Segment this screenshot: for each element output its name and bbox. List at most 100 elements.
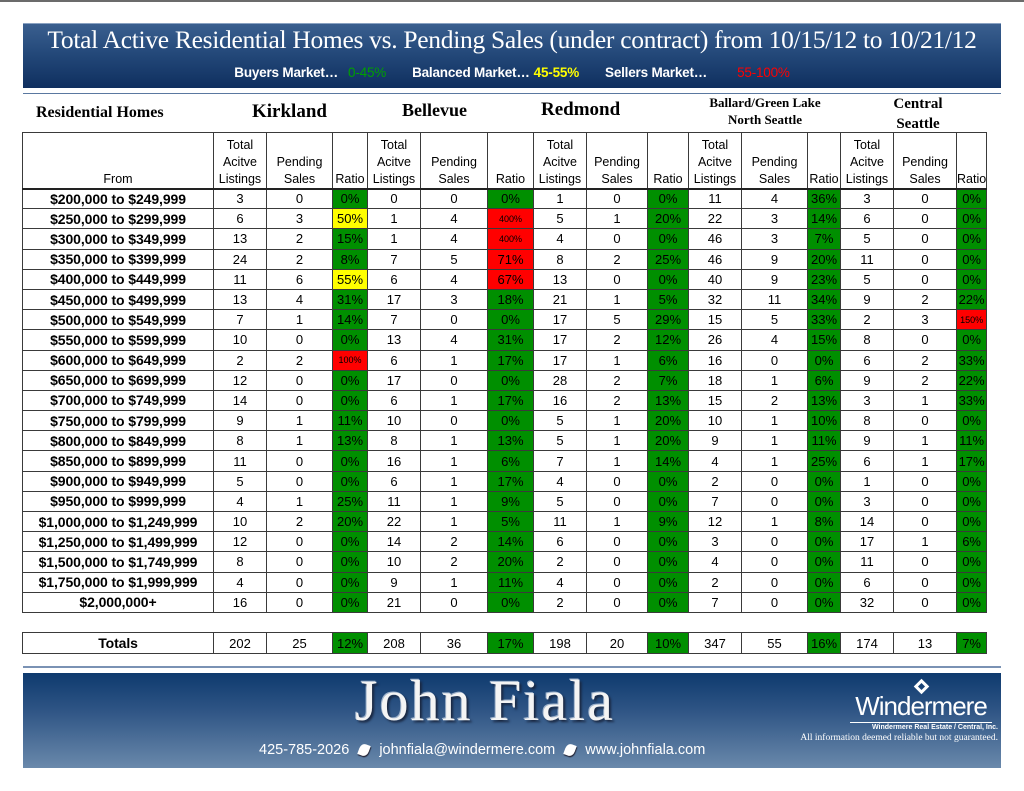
pending-cell: 0 xyxy=(893,470,957,492)
spacer-cell xyxy=(420,611,488,634)
price-range-label: Totals xyxy=(22,632,214,655)
ratio-cell: 0% xyxy=(955,551,988,573)
price-range-label: $500,000 to $549,999 xyxy=(22,309,214,331)
pending-cell: 0 xyxy=(586,551,648,573)
ratio-cell: 11% xyxy=(487,571,534,593)
pending-cell: 0 xyxy=(893,551,957,573)
ratio-cell: 7% xyxy=(647,369,689,391)
pending-cell: 0 xyxy=(741,349,808,371)
header-total-active-listings: Total Acitve Listings xyxy=(533,132,587,189)
ratio-cell: 13% xyxy=(647,389,689,412)
ratio-cell: 0% xyxy=(807,349,841,371)
pending-cell: 0 xyxy=(266,187,333,210)
pending-cell: 2 xyxy=(893,288,957,311)
pending-cell: 1 xyxy=(420,490,488,513)
ratio-cell: 11% xyxy=(807,430,841,452)
table-row: $550,000 to $599,999 10 0 0% 13 4 31% 17 2 12% 26 4… xyxy=(22,329,988,351)
ratio-cell: 13% xyxy=(332,430,368,452)
pending-cell: 5 xyxy=(741,309,808,331)
listings-cell: 9 xyxy=(840,430,894,452)
ratio-cell: 0% xyxy=(807,470,841,492)
leaf-bullet-icon xyxy=(563,742,577,758)
spacer-cell xyxy=(586,611,648,634)
listings-cell: 17 xyxy=(533,349,587,371)
pending-cell: 0 xyxy=(893,410,957,432)
header-text: Pending xyxy=(751,154,798,169)
pending-cell: 1 xyxy=(741,510,808,533)
pending-cell: 2 xyxy=(266,510,333,533)
header-text: Sales xyxy=(601,171,633,186)
listings-cell: 10 xyxy=(213,510,267,533)
listings-cell: 1 xyxy=(367,228,421,250)
pending-cell: 4 xyxy=(266,288,333,311)
pending-cell: 0 xyxy=(266,389,333,412)
pending-cell: 20 xyxy=(586,632,648,655)
ratio-cell: 0% xyxy=(955,470,988,492)
pending-cell: 0 xyxy=(741,591,808,613)
email-link[interactable]: johnfiala@windermere.com xyxy=(379,742,555,758)
pending-cell: 0 xyxy=(266,470,333,492)
spacer-cell xyxy=(647,611,689,634)
price-range-label: $250,000 to $299,999 xyxy=(22,208,214,230)
listings-cell: 2 xyxy=(533,551,587,573)
legend-buyers-label: Buyers Market… xyxy=(234,65,339,80)
table-row: $1,000,000 to $1,249,999 10 2 20% 22 1 5% 11 1 9%… xyxy=(22,510,988,533)
price-range-label: $1,250,000 to $1,499,999 xyxy=(22,531,214,553)
ratio-cell: 6% xyxy=(647,349,689,371)
ratio-cell: 15% xyxy=(332,228,368,250)
listings-cell: 32 xyxy=(840,591,894,613)
header-pending-sales: Pending Sales xyxy=(586,132,648,189)
listings-cell: 8 xyxy=(533,248,587,270)
header-text: Acitve xyxy=(697,154,733,169)
listings-cell: 12 xyxy=(688,510,742,533)
listings-cell: 14 xyxy=(367,531,421,553)
pending-cell: 9 xyxy=(741,268,808,290)
spacer-row xyxy=(22,611,987,634)
header-text: Total xyxy=(546,137,574,152)
listings-cell: 4 xyxy=(533,228,587,250)
listings-cell: 6 xyxy=(367,349,421,371)
table-row: $900,000 to $949,999 5 0 0% 6 1 17% 4 0 0% 2 0 0% 1 0 0… xyxy=(22,470,988,492)
pending-cell: 4 xyxy=(420,329,488,351)
pending-cell: 4 xyxy=(741,187,808,210)
pending-cell: 1 xyxy=(420,430,488,452)
ratio-cell: 17% xyxy=(487,389,534,412)
spacer-cell xyxy=(533,611,587,634)
table-row: $800,000 to $849,999 8 1 13% 8 1 13% 5 1 20% 9 1 11%… xyxy=(22,430,988,452)
ratio-cell: 12% xyxy=(647,329,689,351)
listings-cell: 2 xyxy=(840,309,894,331)
listings-cell: 6 xyxy=(840,349,894,371)
city-bellevue: Bellevue xyxy=(402,100,467,120)
listings-cell: 8 xyxy=(213,551,267,573)
ratio-cell: 0% xyxy=(807,571,841,593)
table-row: $1,250,000 to $1,499,999 12 0 0% 14 2 14% 6 0 0% 3… xyxy=(22,531,988,553)
pending-cell: 1 xyxy=(741,410,808,432)
listings-cell: 6 xyxy=(840,571,894,593)
spacer-cell xyxy=(688,611,742,634)
ratio-cell: 0% xyxy=(647,551,689,573)
price-range-label: $800,000 to $849,999 xyxy=(22,430,214,452)
ratio-cell: 0% xyxy=(332,389,368,412)
pending-cell: 3 xyxy=(741,208,808,230)
spacer-cell xyxy=(332,611,368,634)
website-link[interactable]: www.johnfiala.com xyxy=(585,742,705,758)
pending-cell: 1 xyxy=(893,389,957,412)
ratio-cell: 10% xyxy=(647,632,689,655)
pending-cell: 0 xyxy=(893,187,957,210)
header-ratio: Ratio xyxy=(955,132,988,189)
listings-cell: 0 xyxy=(367,187,421,210)
listings-cell: 3 xyxy=(840,490,894,513)
listings-cell: 3 xyxy=(840,389,894,412)
ratio-cell: 0% xyxy=(647,470,689,492)
listings-cell: 11 xyxy=(840,551,894,573)
pending-cell: 0 xyxy=(893,329,957,351)
pending-cell: 5 xyxy=(420,248,488,270)
ratio-cell: 20% xyxy=(487,551,534,573)
pending-cell: 0 xyxy=(266,329,333,351)
pending-cell: 1 xyxy=(586,430,648,452)
ratio-cell: 13% xyxy=(487,430,534,452)
price-range-label: $1,750,000 to $1,999,999 xyxy=(22,571,214,593)
leaf-bullet-icon xyxy=(357,742,372,758)
table-row: $700,000 to $749,999 14 0 0% 6 1 17% 16 2 13% 15 2 1… xyxy=(22,389,988,412)
price-range-label: $1,000,000 to $1,249,999 xyxy=(22,510,214,533)
